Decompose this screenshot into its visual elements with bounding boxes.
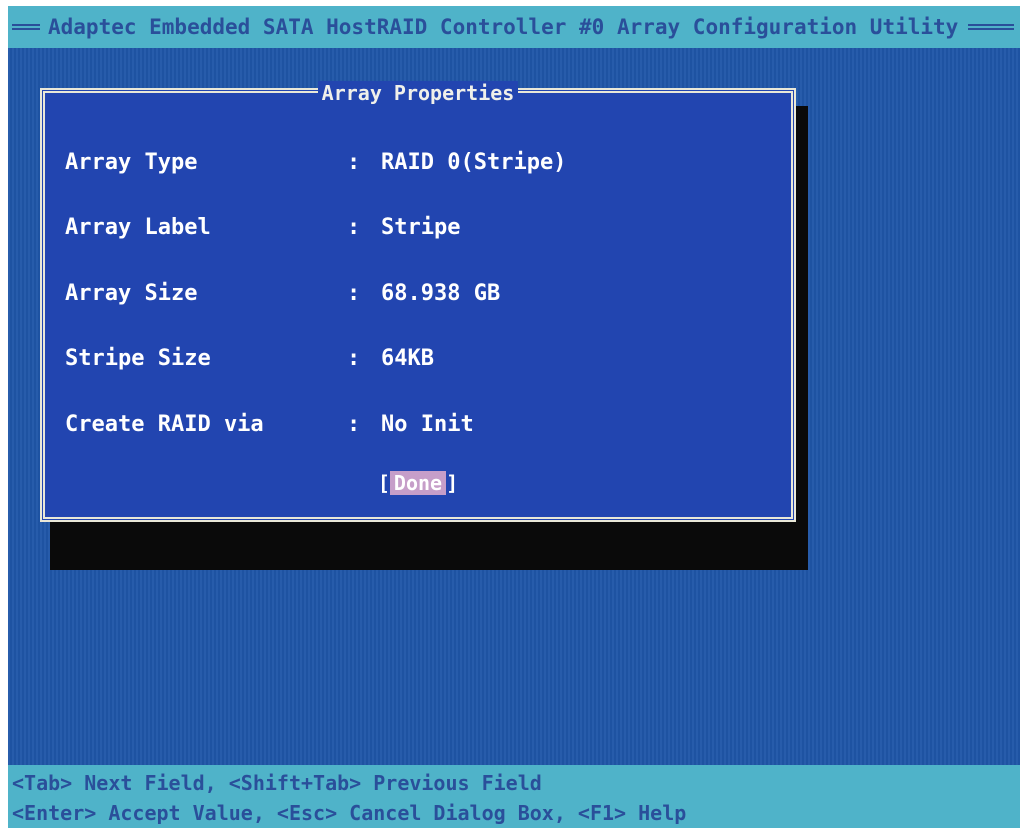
field-label: Array Type bbox=[65, 149, 198, 175]
field-value[interactable]: 64KB bbox=[381, 346, 434, 371]
array-properties-dialog: Array Properties Array Type : RAID 0(Str… bbox=[40, 81, 796, 522]
done-button[interactable]: Done bbox=[389, 471, 447, 495]
dialog-title: Array Properties bbox=[45, 81, 791, 105]
field-label: Array Label bbox=[65, 214, 211, 240]
field-label: Array Size bbox=[65, 280, 198, 306]
field-label: Create RAID via bbox=[65, 411, 264, 437]
done-bracket-close: ] bbox=[446, 471, 459, 495]
done-button-wrap: [Done] bbox=[45, 471, 791, 495]
field-array-size[interactable]: Array Size : 68.938 GB bbox=[65, 278, 500, 308]
field-separator: : bbox=[347, 149, 361, 175]
field-value[interactable]: 68.938 GB bbox=[381, 281, 500, 306]
field-label: Stripe Size bbox=[65, 345, 211, 371]
help-line-actions: <Enter> Accept Value, <Esc> Cancel Dialo… bbox=[12, 801, 687, 825]
title-rule-right bbox=[968, 24, 1014, 30]
field-separator: : bbox=[347, 411, 361, 437]
title-bar: Adaptec Embedded SATA HostRAID Controlle… bbox=[8, 6, 1020, 48]
help-status-bar: <Tab> Next Field, <Shift+Tab> Previous F… bbox=[8, 765, 1020, 828]
dialog-title-text: Array Properties bbox=[317, 81, 519, 105]
done-bracket-open: [ bbox=[377, 471, 390, 495]
field-array-label[interactable]: Array Label : Stripe bbox=[65, 212, 460, 242]
field-array-type[interactable]: Array Type : RAID 0(Stripe) bbox=[65, 147, 566, 177]
field-separator: : bbox=[347, 345, 361, 371]
title-rule-left bbox=[12, 24, 40, 30]
field-create-raid-via[interactable]: Create RAID via : No Init bbox=[65, 409, 474, 439]
field-value[interactable]: Stripe bbox=[381, 215, 460, 240]
help-line-navigation: <Tab> Next Field, <Shift+Tab> Previous F… bbox=[12, 771, 542, 795]
bios-screen: Adaptec Embedded SATA HostRAID Controlle… bbox=[8, 6, 1020, 828]
field-value[interactable]: No Init bbox=[381, 412, 474, 437]
app-title: Adaptec Embedded SATA HostRAID Controlle… bbox=[48, 15, 959, 39]
field-value[interactable]: RAID 0(Stripe) bbox=[381, 150, 566, 175]
field-separator: : bbox=[347, 214, 361, 240]
field-stripe-size[interactable]: Stripe Size : 64KB bbox=[65, 343, 434, 373]
field-separator: : bbox=[347, 280, 361, 306]
